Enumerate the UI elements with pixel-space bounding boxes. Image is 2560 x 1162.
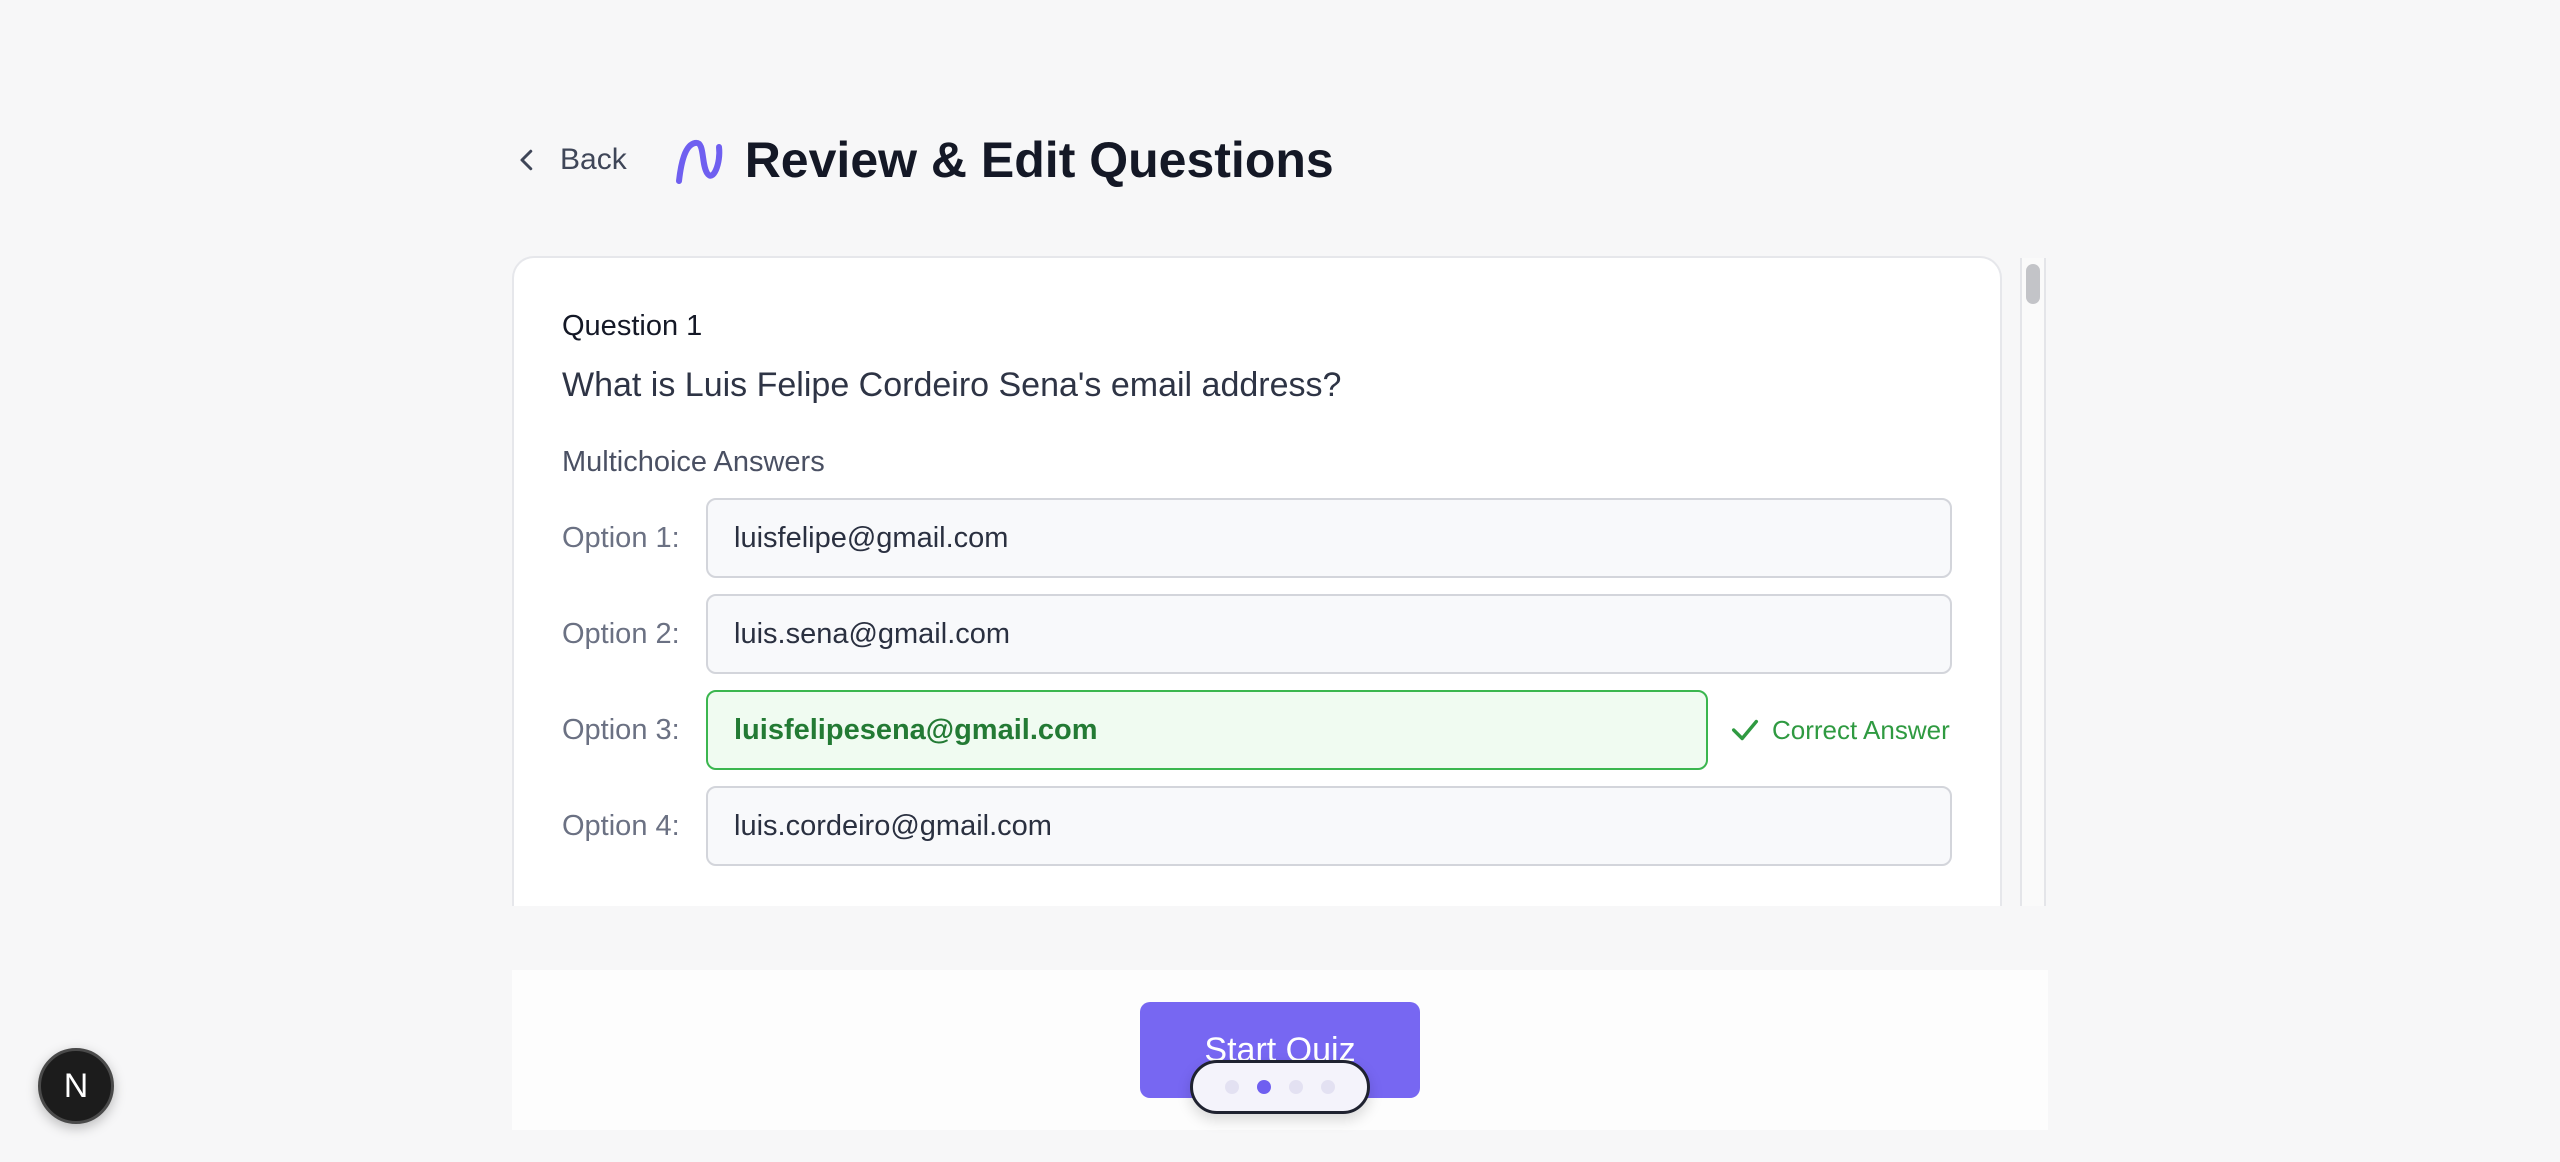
chevron-left-icon	[520, 149, 533, 171]
nextjs-dev-badge[interactable]: N	[38, 1048, 114, 1124]
checkmark-icon	[1731, 719, 1759, 741]
option-row-4: Option 4: luis.cordeiro@gmail.com	[562, 786, 1952, 866]
pager-dot[interactable]	[1321, 1080, 1335, 1094]
page-header: Back Review & Edit Questions	[512, 128, 1334, 192]
logo-icon	[675, 140, 723, 184]
page-title: Review & Edit Questions	[744, 132, 1334, 188]
option-label: Option 2:	[562, 617, 680, 650]
scroll-thumb[interactable]	[2026, 264, 2040, 304]
correct-answer-badge: Correct Answer	[1728, 713, 1950, 747]
option-row-2: Option 2: luis.sena@gmail.com	[562, 594, 1952, 674]
option-label: Option 1:	[562, 521, 680, 554]
option-label: Option 4:	[562, 809, 680, 842]
answers-heading: Multichoice Answers	[562, 446, 825, 478]
pager-dot[interactable]	[1289, 1080, 1303, 1094]
option-label: Option 3:	[562, 713, 680, 746]
pager-dot-active[interactable]	[1257, 1080, 1271, 1094]
pager-dot[interactable]	[1225, 1080, 1239, 1094]
question-number: Question 1	[562, 310, 703, 342]
question-text[interactable]: What is Luis Felipe Cordeiro Sena's emai…	[562, 366, 1341, 405]
page-indicator[interactable]	[1190, 1060, 1370, 1114]
option-input-4[interactable]: luis.cordeiro@gmail.com	[706, 786, 1952, 866]
option-row-3: Option 3: luisfelipesena@gmail.com Corre…	[562, 690, 1950, 770]
question-card: Question 1 What is Luis Felipe Cordeiro …	[512, 256, 2002, 906]
correct-answer-label: Correct Answer	[1772, 714, 1950, 745]
scrollbar[interactable]	[2020, 258, 2046, 906]
option-input-1[interactable]: luisfelipe@gmail.com	[706, 498, 1952, 578]
option-row-1: Option 1: luisfelipe@gmail.com	[562, 498, 1952, 578]
option-input-3[interactable]: luisfelipesena@gmail.com	[706, 690, 1708, 770]
back-label: Back	[560, 143, 627, 176]
back-button[interactable]: Back	[512, 143, 627, 177]
option-input-2[interactable]: luis.sena@gmail.com	[706, 594, 1952, 674]
